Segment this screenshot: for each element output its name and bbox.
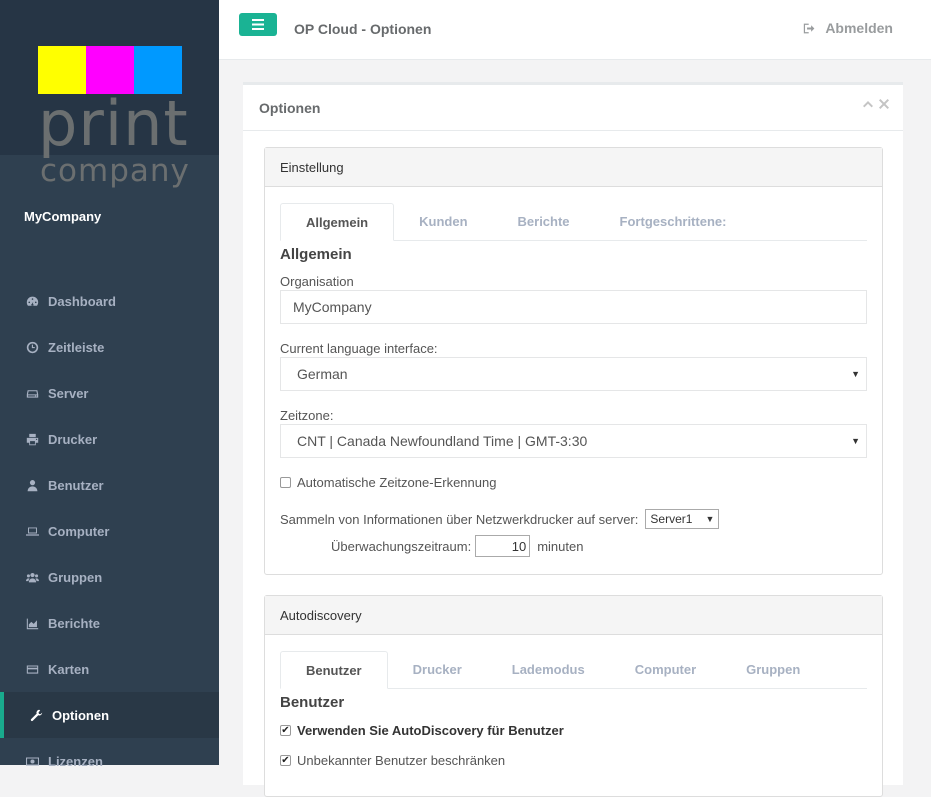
organisation-label: Organisation: [280, 274, 354, 289]
restrict-unknown-label: Unbekannter Benutzer beschränken: [297, 753, 506, 768]
sidebar-item-label: Zeitleiste: [48, 339, 105, 355]
options-box: Optionen Einstellung Allgemein Kunden Be…: [243, 82, 903, 797]
wrench-icon: [28, 709, 44, 722]
sidebar-item-zeitleiste[interactable]: Zeitleiste: [0, 324, 219, 370]
caret-down-icon: ▼: [851, 369, 860, 379]
sidebar-item-label: Computer: [48, 523, 110, 539]
autodiscovery-tabs: Benutzer Drucker Lademodus Computer Grup…: [280, 651, 867, 689]
sidebar-item-label: Optionen: [52, 707, 110, 723]
sidebar-item-label: Lizenzen: [48, 753, 103, 769]
hamburger-icon: [252, 19, 264, 30]
collect-printers-row: Sammeln von Informationen über Netzwerkd…: [280, 509, 720, 529]
sign-out-icon: [804, 23, 815, 33]
sidebar-item-lizenzen[interactable]: Lizenzen: [0, 738, 219, 784]
top-navbar: OP Cloud - Optionen Abmelden: [219, 0, 931, 60]
sidebar-item-server[interactable]: Server: [0, 370, 219, 416]
sidebar-nav: Dashboard Zeitleiste Server Drucker Benu…: [0, 278, 219, 784]
ibox-tools: [863, 99, 889, 109]
area-chart-icon: [24, 617, 40, 630]
settings-panel-heading: Einstellung: [265, 148, 882, 187]
dashboard-icon: [24, 295, 40, 308]
company-name[interactable]: MyCompany: [24, 209, 101, 224]
logout-link[interactable]: Abmelden: [803, 20, 893, 36]
sidebar-item-karten[interactable]: Karten: [0, 646, 219, 692]
logo-text-print: print: [38, 87, 189, 160]
organisation-value: MyCompany: [293, 299, 372, 315]
autodiscovery-panel: Autodiscovery Benutzer Drucker Lademodus…: [264, 595, 883, 797]
server-select-value: Server1: [650, 512, 693, 526]
sidebar: print company MyCompany Dashboard Zeitle…: [0, 0, 219, 769]
sidebar-item-berichte[interactable]: Berichte: [0, 600, 219, 646]
auto-timezone-label: Automatische Zeitzone-Erkennung: [297, 475, 497, 490]
language-label: Current language interface:: [280, 341, 438, 356]
use-autodiscovery-label: Verwenden Sie AutoDiscovery für Benutzer: [297, 723, 564, 738]
close-icon[interactable]: [879, 99, 889, 109]
use-autodiscovery-row: ✔ Verwenden Sie AutoDiscovery für Benutz…: [280, 723, 564, 738]
options-box-title: Optionen: [259, 99, 321, 116]
printer-icon: [24, 433, 40, 446]
sidebar-item-label: Server: [48, 385, 89, 401]
logo-text-company: company: [40, 153, 190, 189]
tab-drucker[interactable]: Drucker: [388, 651, 487, 688]
tab-benutzer[interactable]: Benutzer: [280, 651, 388, 689]
sidebar-item-dashboard[interactable]: Dashboard: [0, 278, 219, 324]
logout-label: Abmelden: [825, 20, 893, 36]
settings-panel: Einstellung Allgemein Kunden Berichte Fo…: [264, 147, 883, 575]
sidebar-item-label: Dashboard: [48, 293, 116, 309]
menu-toggle-button[interactable]: [239, 13, 277, 36]
collect-printers-label: Sammeln von Informationen über Netzwerkd…: [280, 511, 639, 527]
timezone-label: Zeitzone:: [280, 408, 334, 423]
monitor-period-unit: minuten: [537, 538, 584, 554]
language-value: German: [297, 366, 348, 382]
caret-down-icon: ▼: [851, 436, 860, 446]
laptop-icon: [24, 525, 40, 538]
auto-timezone-row: Automatische Zeitzone-Erkennung: [280, 475, 496, 490]
auto-timezone-checkbox[interactable]: [280, 477, 291, 488]
sidebar-item-label: Karten: [48, 661, 90, 677]
sidebar-item-label: Berichte: [48, 615, 101, 631]
language-select[interactable]: German ▼: [280, 357, 867, 391]
sidebar-item-gruppen[interactable]: Gruppen: [0, 554, 219, 600]
tab-allgemein[interactable]: Allgemein: [280, 203, 395, 241]
user-icon: [24, 479, 40, 492]
server-select[interactable]: Server1 ▼: [645, 509, 720, 529]
money-icon: [24, 755, 40, 768]
page-title: OP Cloud - Optionen: [294, 21, 432, 37]
options-box-header: Optionen: [243, 85, 903, 131]
sidebar-item-computer[interactable]: Computer: [0, 508, 219, 554]
credit-card-icon: [24, 663, 40, 676]
tab-fortgeschrittene[interactable]: Fortgeschrittene:: [595, 203, 752, 240]
sidebar-item-benutzer[interactable]: Benutzer: [0, 462, 219, 508]
restrict-unknown-row: ✔ Unbekannter Benutzer beschränken: [280, 753, 505, 768]
use-autodiscovery-checkbox[interactable]: ✔: [280, 725, 291, 736]
chevron-up-icon[interactable]: [863, 99, 873, 109]
tab-berichte[interactable]: Berichte: [493, 203, 595, 240]
tab-gruppen[interactable]: Gruppen: [721, 651, 825, 688]
settings-tabs: Allgemein Kunden Berichte Fortgeschritte…: [280, 203, 867, 241]
sidebar-item-label: Drucker: [48, 431, 98, 447]
clock-icon: [24, 341, 40, 354]
caret-down-icon: ▼: [705, 514, 715, 524]
tab-computer[interactable]: Computer: [610, 651, 721, 688]
logo-area: print: [0, 0, 219, 160]
organisation-input[interactable]: MyCompany: [280, 290, 867, 324]
monitor-period-row: Überwachungszeitraum: 10 minuten: [331, 535, 583, 557]
server-icon: [24, 387, 40, 400]
section-title-benutzer: Benutzer: [280, 694, 345, 711]
autodiscovery-panel-heading: Autodiscovery: [265, 596, 882, 635]
tab-kunden[interactable]: Kunden: [394, 203, 492, 240]
sidebar-item-optionen[interactable]: Optionen: [0, 692, 219, 738]
restrict-unknown-checkbox[interactable]: ✔: [280, 755, 291, 766]
sidebar-item-drucker[interactable]: Drucker: [0, 416, 219, 462]
users-icon: [24, 571, 40, 584]
monitor-period-label: Überwachungszeitraum:: [331, 538, 472, 554]
sidebar-item-label: Gruppen: [48, 569, 103, 585]
sidebar-item-label: Benutzer: [48, 477, 104, 493]
timezone-value: CNT | Canada Newfoundland Time | GMT-3:3…: [297, 433, 588, 449]
timezone-select[interactable]: CNT | Canada Newfoundland Time | GMT-3:3…: [280, 424, 867, 458]
tab-lademodus[interactable]: Lademodus: [487, 651, 610, 688]
section-title-allgemein: Allgemein: [280, 246, 352, 263]
monitor-period-input[interactable]: 10: [475, 535, 531, 557]
